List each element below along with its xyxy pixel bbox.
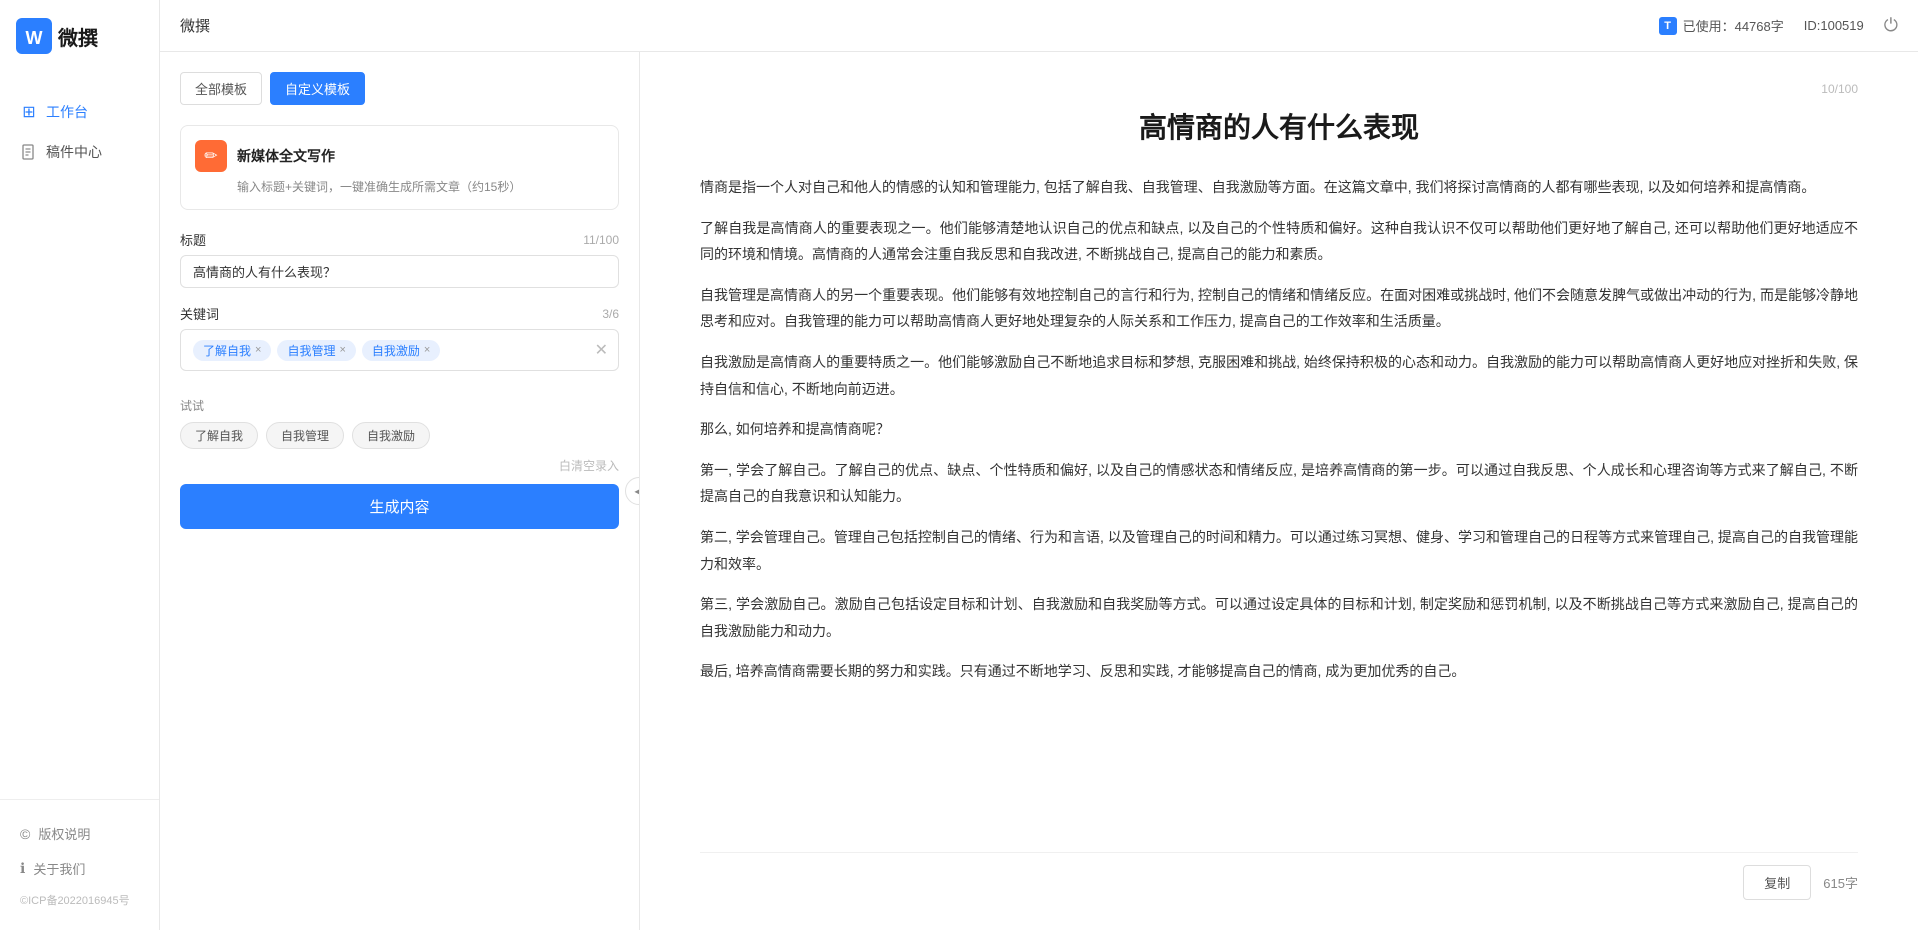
- article-para-0: 情商是指一个人对自己和他人的情感的认知和管理能力, 包括了解自我、自我管理、自我…: [700, 174, 1858, 201]
- topbar-right: T 已使用：44768字 ID:100519 ⏻: [1659, 15, 1898, 36]
- power-icon[interactable]: ⏻: [1884, 15, 1898, 36]
- drafts-icon: [20, 143, 38, 161]
- about-label: 关于我们: [33, 859, 85, 878]
- copy-button[interactable]: 复制: [1743, 865, 1811, 900]
- keywords-label-row: 关键词 3/6: [180, 304, 619, 323]
- template-tabs: 全部模板 自定义模板: [180, 72, 619, 105]
- copyright-icon: ©: [20, 826, 30, 842]
- article-para-2: 自我管理是高情商人的另一个重要表现。他们能够有效地控制自己的言行和行为, 控制自…: [700, 282, 1858, 335]
- article-para-8: 最后, 培养高情商需要长期的努力和实践。只有通过不断地学习、反思和实践, 才能够…: [700, 658, 1858, 685]
- right-panel: 10/100 高情商的人有什么表现 情商是指一个人对自己和他人的情感的认知和管理…: [640, 52, 1918, 930]
- keywords-count: 3/6: [602, 307, 619, 321]
- content: 全部模板 自定义模板 ✏ 新媒体全文写作 输入标题+关键词，一键准确生成所需文章…: [160, 52, 1918, 930]
- sidebar-bottom: © 版权说明 ℹ 关于我们 ©ICP备2022016945号: [0, 799, 159, 930]
- article-footer: 复制 615字: [700, 852, 1858, 900]
- sidebar-item-workbench-label: 工作台: [46, 102, 88, 122]
- article-title: 高情商的人有什么表现: [700, 106, 1858, 146]
- topbar-title: 微撰: [180, 15, 210, 36]
- keywords-box[interactable]: 了解自我 × 自我管理 × 自我激励 × ✕: [180, 329, 619, 371]
- usage-icon: T: [1659, 17, 1677, 35]
- logo-area: W 微撰: [0, 0, 159, 72]
- title-count: 11/100: [583, 233, 619, 247]
- card-header: ✏ 新媒体全文写作: [195, 140, 604, 172]
- suggestion-tag-2[interactable]: 自我激励: [352, 422, 430, 449]
- card-title: 新媒体全文写作: [237, 146, 335, 166]
- card-desc: 输入标题+关键词，一键准确生成所需文章（约15秒）: [237, 178, 604, 195]
- article-para-5: 第一, 学会了解自己。了解自己的优点、缺点、个性特质和偏好, 以及自己的情感状态…: [700, 457, 1858, 510]
- sidebar-copyright[interactable]: © 版权说明: [0, 816, 159, 851]
- workbench-icon: ⊞: [20, 103, 38, 121]
- word-count-badge: 615字: [1823, 873, 1858, 892]
- sidebar-about[interactable]: ℹ 关于我们: [0, 851, 159, 886]
- article-para-3: 自我激励是高情商人的重要特质之一。他们能够激励自己不断地追求目标和梦想, 克服困…: [700, 349, 1858, 402]
- keyword-tag-1-text: 自我管理: [287, 342, 335, 359]
- logo-text: 微撰: [58, 22, 98, 51]
- topbar-id: ID:100519: [1804, 18, 1864, 33]
- keyword-tag-1: 自我管理 ×: [277, 340, 355, 361]
- keyword-tag-1-remove[interactable]: ×: [339, 344, 345, 356]
- tab-custom-templates[interactable]: 自定义模板: [270, 72, 365, 105]
- suggestions-list: 了解自我 自我管理 自我激励: [180, 422, 619, 449]
- keyword-tag-0: 了解自我 ×: [193, 340, 271, 361]
- sidebar-item-workbench[interactable]: ⊞ 工作台: [0, 92, 159, 132]
- article-title-area: 高情商的人有什么表现: [700, 106, 1858, 154]
- article-para-1: 了解自我是高情商人的重要表现之一。他们能够清楚地认识自己的优点和缺点, 以及自己…: [700, 215, 1858, 268]
- topbar-usage: T 已使用：44768字: [1659, 16, 1784, 35]
- svg-text:W: W: [26, 28, 43, 48]
- article-para-4: 那么, 如何培养和提高情商呢？: [700, 416, 1858, 443]
- title-label: 标题: [180, 230, 206, 249]
- title-label-row: 标题 11/100: [180, 230, 619, 249]
- tag-suggestions: 试试 了解自我 自我管理 自我激励: [180, 397, 619, 449]
- keyword-tag-2: 自我激励 ×: [362, 340, 440, 361]
- collapse-toggle[interactable]: ◀: [625, 477, 640, 505]
- keywords-clear-icon[interactable]: ✕: [595, 340, 608, 360]
- generate-button[interactable]: 生成内容: [180, 484, 619, 529]
- title-input[interactable]: [180, 255, 619, 288]
- title-section: 标题 11/100: [180, 230, 619, 288]
- sidebar-item-drafts-label: 稿件中心: [46, 142, 102, 162]
- usage-label: 已使用：44768字: [1683, 16, 1784, 35]
- icp-text: ©ICP备2022016945号: [0, 886, 159, 914]
- tab-all-templates[interactable]: 全部模板: [180, 72, 262, 105]
- article-para-7: 第三, 学会激励自己。激励自己包括设定目标和计划、自我激励和自我奖励等方式。可以…: [700, 591, 1858, 644]
- copyright-label: 版权说明: [38, 824, 90, 843]
- topbar: 微撰 T 已使用：44768字 ID:100519 ⏻: [160, 0, 1918, 52]
- article-word-count-header: 10/100: [700, 82, 1858, 96]
- about-icon: ℹ: [20, 860, 25, 877]
- keyword-tag-0-text: 了解自我: [203, 342, 251, 359]
- template-card: ✏ 新媒体全文写作 输入标题+关键词，一键准确生成所需文章（约15秒）: [180, 125, 619, 210]
- article-body: 情商是指一个人对自己和他人的情感的认知和管理能力, 包括了解自我、自我管理、自我…: [700, 174, 1858, 852]
- article-para-6: 第二, 学会管理自己。管理自己包括控制自己的情绪、行为和言语, 以及管理自己的时…: [700, 524, 1858, 577]
- logo-icon: W: [16, 18, 52, 54]
- suggestion-tag-1[interactable]: 自我管理: [266, 422, 344, 449]
- keyword-tag-2-remove[interactable]: ×: [424, 344, 430, 356]
- sidebar: W 微撰 ⊞ 工作台 稿件中心 © 版权说明 ℹ 关: [0, 0, 160, 930]
- sidebar-nav: ⊞ 工作台 稿件中心: [0, 72, 159, 799]
- sidebar-item-drafts[interactable]: 稿件中心: [0, 132, 159, 172]
- card-icon: ✏: [195, 140, 227, 172]
- keyword-tag-0-remove[interactable]: ×: [255, 344, 261, 356]
- suggestion-tag-0[interactable]: 了解自我: [180, 422, 258, 449]
- word-count-header: 10/100: [1821, 82, 1858, 96]
- keyword-tag-2-text: 自我激励: [372, 342, 420, 359]
- keywords-section: 关键词 3/6 了解自我 × 自我管理 × 自我激励 ×: [180, 304, 619, 371]
- suggestions-label: 试试: [180, 397, 619, 414]
- clear-link[interactable]: 白清空录入: [180, 457, 619, 474]
- main: 微撰 T 已使用：44768字 ID:100519 ⏻ 全部模板 自定义模板 ✏…: [160, 0, 1918, 930]
- left-panel: 全部模板 自定义模板 ✏ 新媒体全文写作 输入标题+关键词，一键准确生成所需文章…: [160, 52, 640, 930]
- keywords-label: 关键词: [180, 304, 219, 323]
